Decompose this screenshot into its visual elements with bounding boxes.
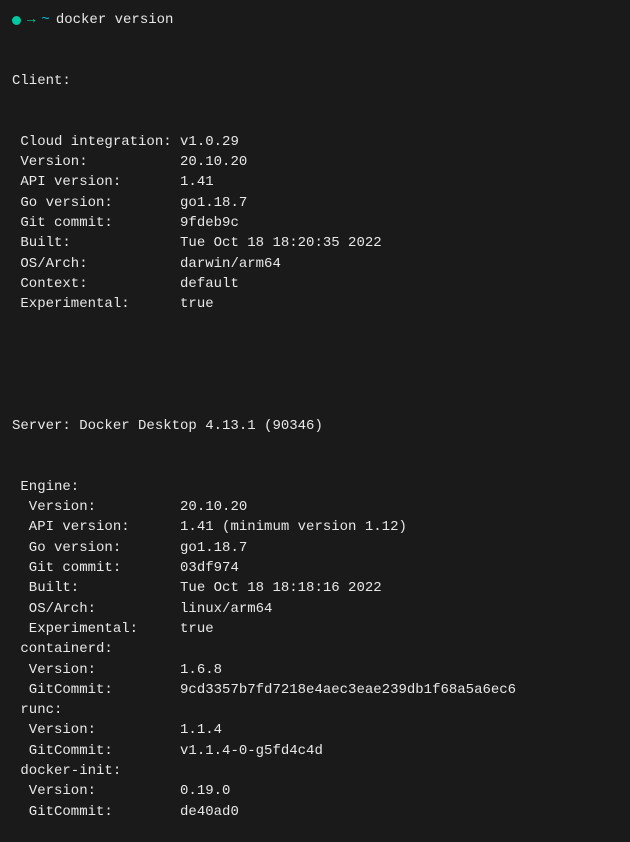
server-section-header: docker-init: [12, 761, 618, 781]
terminal-output: Client: Cloud integration: v1.0.29 Versi… [12, 30, 618, 842]
field-value: 1.41 (minimum version 1.12) [180, 517, 407, 537]
server-row: Experimental: true [12, 619, 618, 639]
field-value: darwin/arm64 [180, 254, 281, 274]
field-label: API version: [12, 517, 180, 537]
client-row: Cloud integration: v1.0.29 [12, 132, 618, 152]
field-label: Version: [12, 781, 180, 801]
field-label: GitCommit: [12, 680, 180, 700]
field-value: true [180, 294, 214, 314]
client-row: Go version: go1.18.7 [12, 193, 618, 213]
client-row: Built: Tue Oct 18 18:20:35 2022 [12, 233, 618, 253]
client-row: Version: 20.10.20 [12, 152, 618, 172]
server-row: Go version: go1.18.7 [12, 538, 618, 558]
server-row: Built: Tue Oct 18 18:18:16 2022 [12, 578, 618, 598]
client-row: OS/Arch: darwin/arm64 [12, 254, 618, 274]
server-row: GitCommit: 9cd3357b7fd7218e4aec3eae239db… [12, 680, 618, 700]
field-value: Tue Oct 18 18:20:35 2022 [180, 233, 382, 253]
field-label: GitCommit: [12, 802, 180, 822]
field-label: Context: [12, 274, 180, 294]
server-row: Version: 0.19.0 [12, 781, 618, 801]
field-label: Built: [12, 578, 180, 598]
field-value: 1.1.4 [180, 720, 222, 740]
field-value: default [180, 274, 239, 294]
field-label: OS/Arch: [12, 599, 180, 619]
field-label: Version: [12, 720, 180, 740]
prompt-line[interactable]: → ~ docker version [12, 10, 618, 30]
field-label: Experimental: [12, 619, 180, 639]
client-row: Context: default [12, 274, 618, 294]
prompt-cwd: ~ [41, 10, 49, 30]
client-row: Experimental: true [12, 294, 618, 314]
field-value: 9fdeb9c [180, 213, 239, 233]
field-value: go1.18.7 [180, 538, 247, 558]
field-value: 03df974 [180, 558, 239, 578]
server-row: Version: 20.10.20 [12, 497, 618, 517]
prompt-arrow-icon: → [27, 10, 35, 30]
field-label: API version: [12, 172, 180, 192]
server-header: Server: Docker Desktop 4.13.1 (90346) [12, 416, 618, 436]
server-row: OS/Arch: linux/arm64 [12, 599, 618, 619]
field-label: Version: [12, 152, 180, 172]
field-value: 20.10.20 [180, 497, 247, 517]
field-label: GitCommit: [12, 741, 180, 761]
field-label: Go version: [12, 193, 180, 213]
server-section-header: Engine: [12, 477, 618, 497]
server-row: Version: 1.6.8 [12, 660, 618, 680]
field-label: Go version: [12, 538, 180, 558]
client-header: Client: [12, 71, 618, 91]
command-text: docker version [56, 10, 174, 30]
server-row: GitCommit: v1.1.4-0-g5fd4c4d [12, 741, 618, 761]
field-label: Built: [12, 233, 180, 253]
field-label: OS/Arch: [12, 254, 180, 274]
server-section-header: runc: [12, 700, 618, 720]
field-label: Version: [12, 660, 180, 680]
field-value: Tue Oct 18 18:18:16 2022 [180, 578, 382, 598]
field-value: true [180, 619, 214, 639]
field-label: Git commit: [12, 558, 180, 578]
field-value: 0.19.0 [180, 781, 230, 801]
field-value: de40ad0 [180, 802, 239, 822]
server-row: Git commit: 03df974 [12, 558, 618, 578]
field-label: Experimental: [12, 294, 180, 314]
field-value: 1.41 [180, 172, 214, 192]
status-dot-icon [12, 16, 21, 25]
field-value: 20.10.20 [180, 152, 247, 172]
field-value: go1.18.7 [180, 193, 247, 213]
field-value: linux/arm64 [180, 599, 272, 619]
field-label: Git commit: [12, 213, 180, 233]
server-row: API version: 1.41 (minimum version 1.12) [12, 517, 618, 537]
server-row: GitCommit: de40ad0 [12, 802, 618, 822]
client-row: API version: 1.41 [12, 172, 618, 192]
field-label: Cloud integration: [12, 132, 180, 152]
field-value: v1.0.29 [180, 132, 239, 152]
field-label: Version: [12, 497, 180, 517]
server-section-header: containerd: [12, 639, 618, 659]
client-row: Git commit: 9fdeb9c [12, 213, 618, 233]
field-value: 1.6.8 [180, 660, 222, 680]
field-value: v1.1.4-0-g5fd4c4d [180, 741, 323, 761]
field-value: 9cd3357b7fd7218e4aec3eae239db1f68a5a6ec6 [180, 680, 516, 700]
server-row: Version: 1.1.4 [12, 720, 618, 740]
